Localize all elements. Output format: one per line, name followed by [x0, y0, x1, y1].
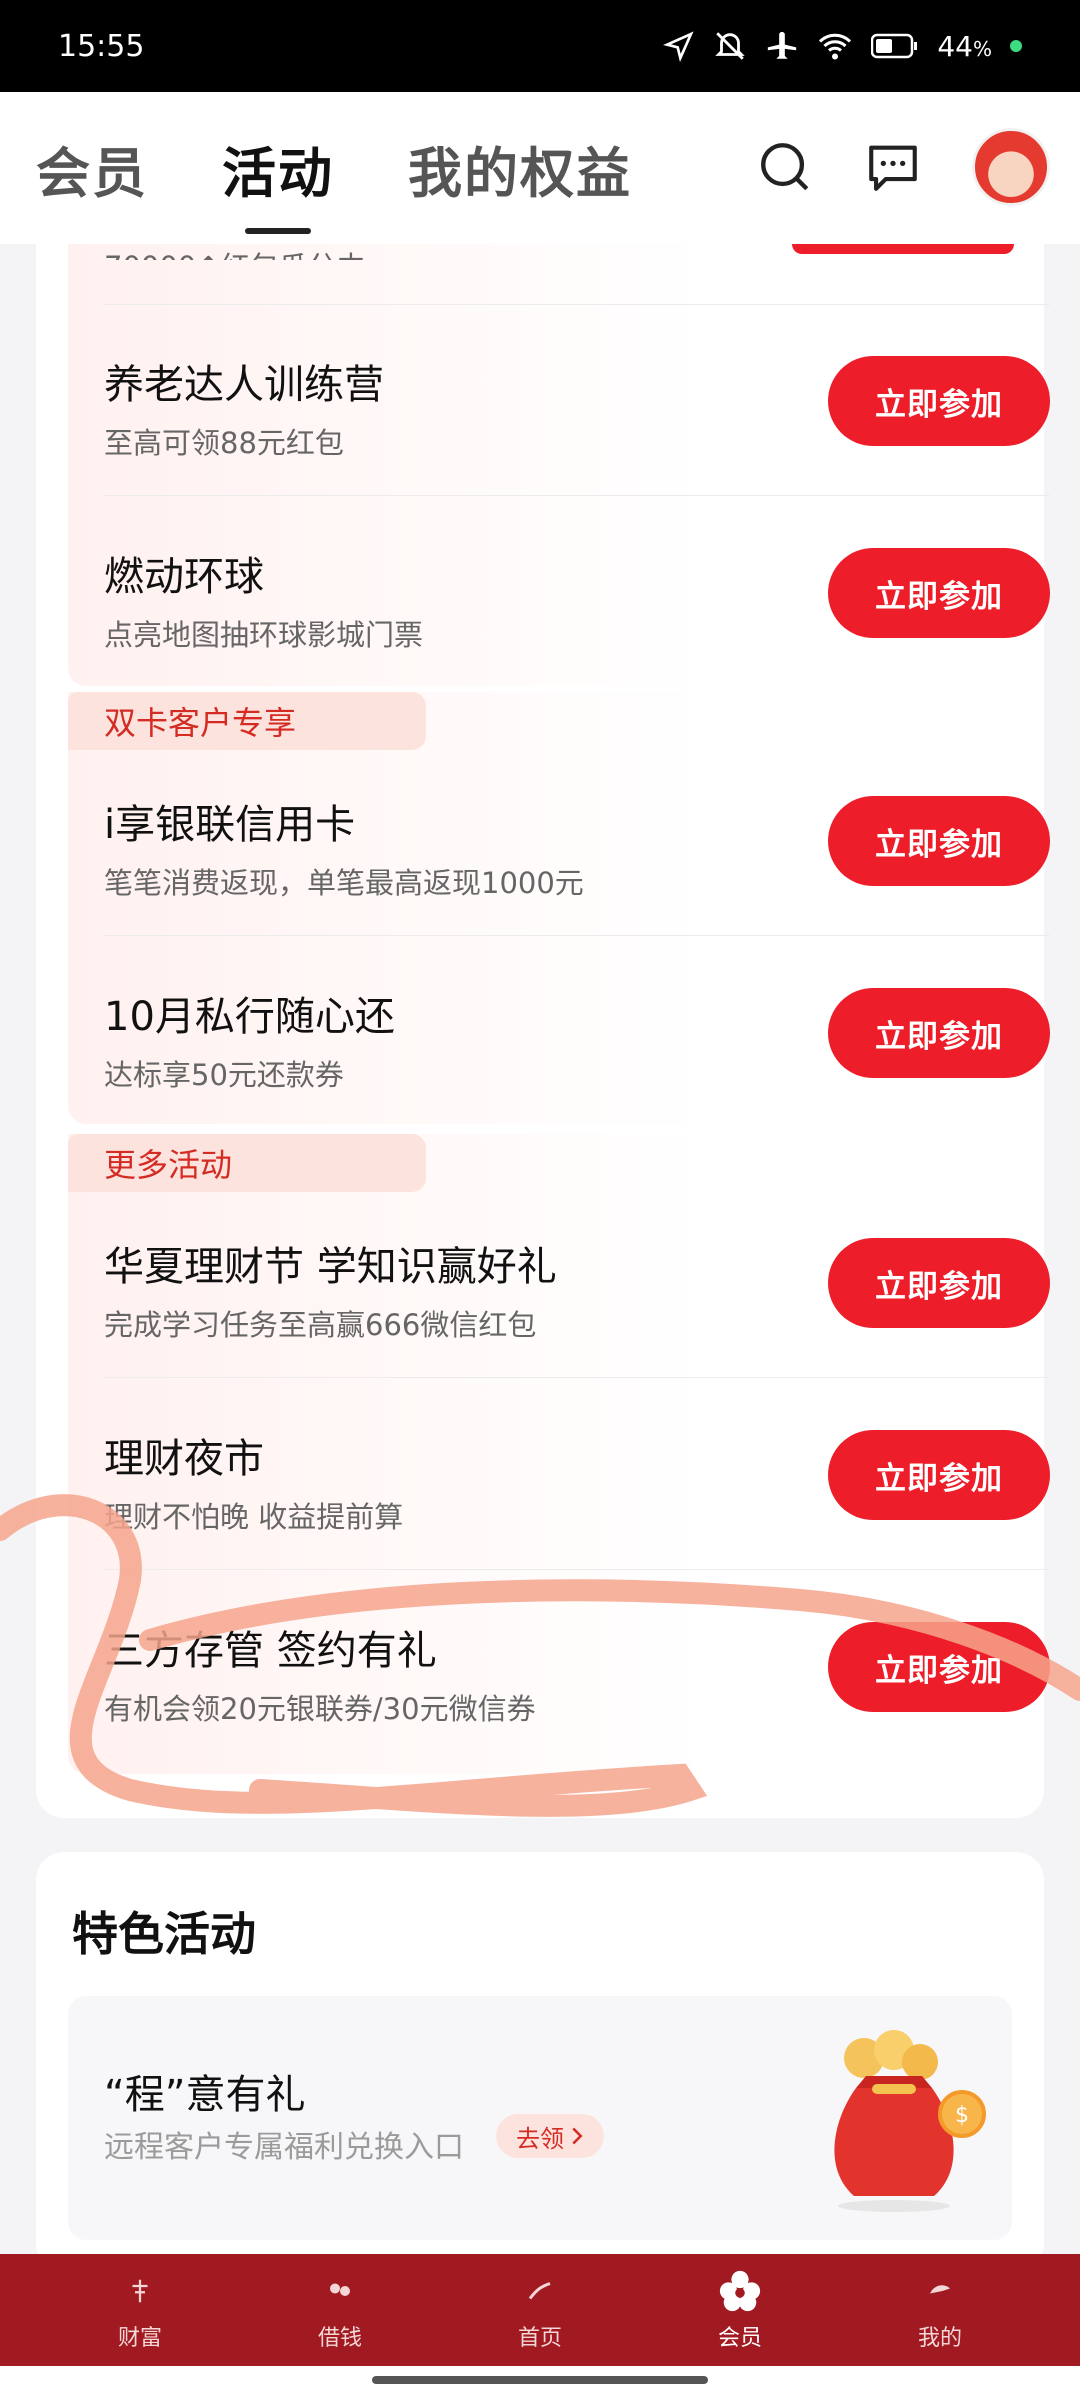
item-subtitle: 笔笔消费返现，单笔最高返现1000元 [104, 866, 584, 900]
join-button[interactable]: 立即参加 [828, 356, 1050, 446]
feature-title: 特色活动 [72, 1907, 256, 1961]
item-subtitle: 达标享50元还款券 [104, 1058, 344, 1092]
list-item[interactable]: 理财夜市 理财不怕晚 收益提前算 立即参加 [104, 1378, 1050, 1570]
battery-icon [871, 33, 918, 59]
borrow-icon [325, 2268, 355, 2314]
feature-item-title: “程”意有礼 [104, 2072, 306, 2118]
status-time: 15:55 [58, 28, 145, 64]
nav-item-borrow[interactable]: 借钱 [260, 2268, 420, 2352]
message-icon[interactable] [864, 138, 922, 196]
wifi-icon [819, 33, 852, 60]
join-button[interactable]: 立即参加 [828, 548, 1050, 638]
list-item[interactable]: i享银联信用卡 笔笔消费返现，单笔最高返现1000元 立即参加 [104, 744, 1050, 936]
nav-label: 借钱 [317, 2326, 362, 2351]
join-button[interactable]: 立即参加 [828, 1622, 1050, 1712]
nav-item-member[interactable]: 会员 [660, 2268, 820, 2352]
section-tag: 双卡客户专享 [68, 692, 426, 750]
feature-item[interactable]: “程”意有礼 远程客户专属福利兑换入口 去领 $ [68, 1996, 1012, 2240]
join-button[interactable]: 立即参加 [828, 1430, 1050, 1520]
nav-label: 首页 [517, 2326, 562, 2351]
chevron-right-icon [572, 2127, 583, 2145]
item-title: 10月私行随心还 [104, 994, 395, 1040]
battery-percent: 44% [937, 30, 992, 63]
feature-activities-card: 特色活动 “程”意有礼 远程客户专属福利兑换入口 去领 $ [36, 1852, 1044, 2272]
nav-item-wealth[interactable]: 财富 [60, 2268, 220, 2352]
tab-member[interactable]: 会员 [36, 129, 148, 208]
profile-icon [925, 2268, 955, 2314]
bottom-navigation: 财富 借钱 首页 会员 我的 [0, 2254, 1080, 2366]
item-subtitle: 点亮地图抽环球影城门票 [104, 618, 424, 652]
tab-my-benefits[interactable]: 我的权益 [408, 129, 632, 208]
section-tag: 更多活动 [68, 1134, 426, 1192]
nav-label: 会员 [717, 2326, 762, 2351]
join-button[interactable]: 立即参加 [828, 988, 1050, 1078]
search-icon[interactable] [756, 138, 814, 196]
list-item[interactable]: 燃动环球 点亮地图抽环球影城门票 立即参加 [104, 496, 1050, 688]
nav-item-profile[interactable]: 我的 [860, 2268, 1020, 2352]
item-title: i享银联信用卡 [104, 802, 356, 848]
item-subtitle: 理财不怕晚 收益提前算 [104, 1500, 404, 1534]
home-indicator[interactable] [372, 2376, 708, 2384]
item-subtitle: 完成学习任务至高赢666微信红包 [104, 1308, 537, 1342]
item-title: 燃动环球 [104, 554, 264, 600]
battery-value: 44 [937, 29, 973, 63]
item-title: 养老达人训练营 [104, 362, 384, 408]
home-icon [525, 2268, 555, 2314]
money-bag-icon: $ [834, 2030, 986, 2212]
claim-button[interactable]: 去领 [496, 2114, 604, 2158]
claim-button-label: 去领 [516, 2124, 564, 2153]
activity-list-card: 70000↑红包瓜分中 养老达人训练营 至高可领88元红包 立即参加 燃动环球 … [36, 244, 1050, 1818]
battery-unit: % [972, 36, 992, 61]
member-icon [717, 2268, 763, 2314]
privacy-dot [1010, 40, 1022, 52]
item-title: 理财夜市 [104, 1436, 264, 1482]
partial-join-button[interactable] [792, 244, 1014, 254]
airplane-icon [768, 31, 797, 59]
partial-item-subtitle: 70000↑红包瓜分中 [104, 244, 366, 260]
header-actions [756, 128, 1050, 206]
svg-text:$: $ [955, 2103, 969, 2128]
item-title: 华夏理财节 学知识赢好礼 [104, 1244, 557, 1290]
feature-item-desc: 远程客户专属福利兑换入口 [104, 2130, 464, 2165]
location-icon [663, 31, 694, 62]
list-item[interactable]: 10月私行随心还 达标享50元还款券 立即参加 [104, 936, 1050, 1128]
status-icons: 44% [663, 29, 1022, 63]
nav-item-home[interactable]: 首页 [460, 2268, 620, 2352]
tab-activity[interactable]: 活动 [222, 129, 334, 208]
nav-label: 我的 [917, 2326, 962, 2351]
list-item[interactable]: 三方存管 签约有礼 有机会领20元银联券/30元微信券 立即参加 [104, 1570, 1050, 1762]
wealth-icon [125, 2268, 155, 2314]
item-title: 三方存管 签约有礼 [104, 1628, 437, 1674]
item-subtitle: 至高可领88元红包 [104, 426, 344, 460]
status-bar: 15:55 44% [0, 0, 1080, 92]
item-subtitle: 有机会领20元银联券/30元微信券 [104, 1692, 536, 1726]
top-header: 会员 活动 我的权益 [0, 92, 1080, 244]
mute-icon [715, 32, 746, 60]
list-item[interactable]: 养老达人训练营 至高可领88元红包 立即参加 [104, 304, 1050, 496]
avatar[interactable] [972, 128, 1050, 206]
join-button[interactable]: 立即参加 [828, 796, 1050, 886]
nav-label: 财富 [117, 2326, 162, 2351]
gesture-area [0, 2366, 1080, 2400]
join-button[interactable]: 立即参加 [828, 1238, 1050, 1328]
list-item[interactable]: 华夏理财节 学知识赢好礼 完成学习任务至高赢666微信红包 立即参加 [104, 1186, 1050, 1378]
